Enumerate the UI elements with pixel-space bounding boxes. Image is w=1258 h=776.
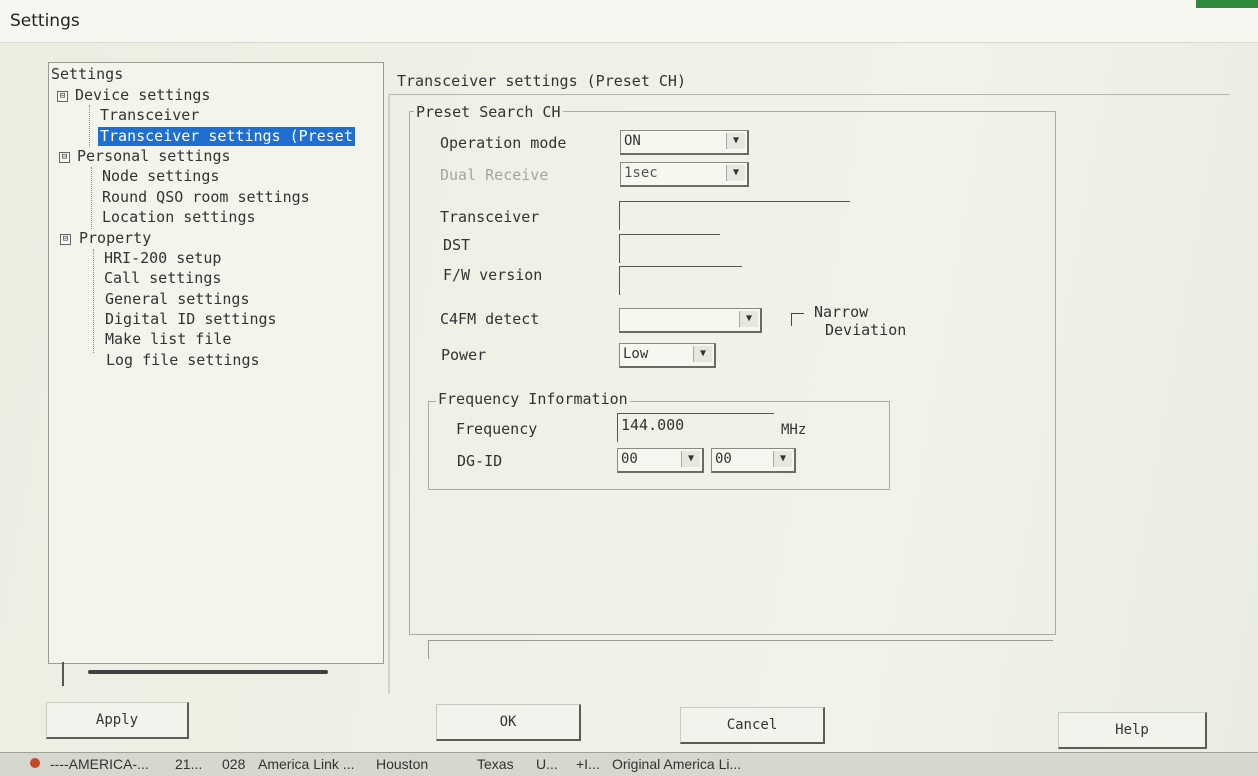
- c4fm-detect-label: C4FM detect: [440, 310, 540, 328]
- fw-version-label: F/W version: [443, 266, 543, 284]
- title-bar: Settings: [0, 0, 1258, 43]
- chevron-down-icon[interactable]: ▼: [726, 165, 745, 181]
- tree-group-device-settings[interactable]: Device settings: [75, 86, 210, 105]
- narrow-deviation-label-line1: Narrow: [814, 303, 869, 321]
- tree-item-transceiver-settings-preset[interactable]: Transceiver settings (Preset: [98, 127, 355, 146]
- tree-item-log-file-settings[interactable]: Log file settings: [106, 351, 260, 370]
- window-title: Settings: [10, 11, 80, 31]
- tree-frame-edge: [62, 662, 64, 686]
- status-icon: [30, 758, 40, 768]
- help-button[interactable]: Help: [1058, 712, 1207, 749]
- dgid-label: DG-ID: [457, 452, 503, 470]
- dual-receive-value: 1sec: [624, 165, 658, 181]
- tree-group-personal-settings[interactable]: Personal settings: [77, 147, 231, 166]
- status-cell: 21...: [175, 756, 203, 772]
- chevron-down-icon[interactable]: ▼: [739, 311, 758, 327]
- power-label: Power: [441, 346, 487, 364]
- tree-group-property[interactable]: Property: [79, 229, 151, 248]
- collapse-icon[interactable]: ⊟: [60, 234, 71, 245]
- transceiver-label: Transceiver: [440, 208, 540, 226]
- frequency-unit: MHz: [781, 422, 807, 438]
- collapse-icon[interactable]: ⊟: [59, 152, 70, 163]
- tree-item-node-settings[interactable]: Node settings: [102, 167, 219, 186]
- tree-root-settings[interactable]: Settings: [51, 65, 123, 84]
- chevron-down-icon[interactable]: ▼: [681, 451, 700, 467]
- pane-lower-frame: [428, 640, 1053, 659]
- frequency-label: Frequency: [456, 420, 538, 438]
- status-cell: Houston: [376, 756, 429, 772]
- transceiver-field: [619, 201, 850, 230]
- frequency-value: 144.000: [621, 416, 685, 434]
- tree-item-make-list-file[interactable]: Make list file: [105, 330, 231, 349]
- dgid-select-1[interactable]: 00 ▼: [617, 448, 704, 473]
- dgid-select-2[interactable]: 00 ▼: [711, 448, 796, 473]
- dgid-value-1: 00: [621, 451, 638, 467]
- apply-button[interactable]: Apply: [46, 702, 189, 739]
- dual-receive-label: Dual Receive: [440, 166, 549, 184]
- dst-label: DST: [443, 236, 471, 254]
- dgid-value-2: 00: [715, 451, 732, 467]
- status-cell: Original America Li...: [612, 756, 742, 772]
- collapse-icon[interactable]: ⊟: [57, 91, 68, 102]
- status-cell: +I...: [576, 756, 600, 772]
- status-cell: ----AMERICA-...: [50, 756, 149, 772]
- operation-mode-label: Operation mode: [440, 134, 567, 152]
- tree-connector: [89, 105, 90, 147]
- dual-receive-select[interactable]: 1sec ▼: [620, 162, 749, 187]
- dst-field: [619, 234, 720, 263]
- chevron-down-icon[interactable]: ▼: [693, 346, 712, 362]
- status-cell: 028: [222, 756, 246, 772]
- preset-search-group: [409, 111, 1056, 635]
- tree-item-hri-200-setup[interactable]: HRI-200 setup: [104, 249, 221, 268]
- tree-connector: [91, 167, 92, 229]
- tree-connector: [93, 249, 94, 353]
- narrow-deviation-checkbox[interactable]: [791, 313, 804, 326]
- power-select[interactable]: Low ▼: [619, 343, 716, 368]
- background-status-bar: ----AMERICA-... 21... 028 America Link .…: [0, 752, 1258, 776]
- frequency-input[interactable]: 144.000: [617, 413, 774, 442]
- settings-tree[interactable]: Settings ⊟ Device settings Transceiver T…: [48, 62, 384, 664]
- ok-button[interactable]: OK: [436, 704, 581, 741]
- tree-item-call-settings[interactable]: Call settings: [104, 269, 221, 288]
- chevron-down-icon[interactable]: ▼: [726, 133, 745, 149]
- status-cell: America Link ...: [258, 756, 355, 772]
- background-window-edge: [1196, 0, 1258, 8]
- tree-item-general-settings[interactable]: General settings: [105, 290, 250, 309]
- operation-mode-value: ON: [624, 133, 641, 149]
- frequency-information-group-label: Frequency Information: [436, 390, 630, 408]
- pane-border: [388, 94, 390, 694]
- settings-window: Settings Settings ⊟ Device settings Tran…: [0, 0, 1258, 776]
- tree-item-round-qso-room-settings[interactable]: Round QSO room settings: [102, 188, 310, 207]
- operation-mode-select[interactable]: ON ▼: [620, 130, 749, 155]
- chevron-down-icon[interactable]: ▼: [773, 451, 792, 467]
- tree-item-digital-id-settings[interactable]: Digital ID settings: [105, 310, 277, 329]
- narrow-deviation-label-line2: Deviation: [825, 321, 907, 339]
- tree-item-transceiver[interactable]: Transceiver: [100, 106, 199, 125]
- tree-horizontal-scrollbar[interactable]: [88, 670, 328, 674]
- cancel-button[interactable]: Cancel: [680, 707, 825, 744]
- preset-search-group-label: Preset Search CH: [414, 103, 563, 121]
- power-value: Low: [623, 346, 649, 362]
- c4fm-detect-select[interactable]: ▼: [619, 308, 762, 333]
- pane-title: Transceiver settings (Preset CH): [397, 72, 686, 90]
- tree-item-location-settings[interactable]: Location settings: [102, 208, 256, 227]
- status-cell: U...: [536, 756, 558, 772]
- fw-version-field: [619, 266, 742, 295]
- pane-divider: [388, 94, 1230, 95]
- status-cell: Texas: [477, 756, 514, 772]
